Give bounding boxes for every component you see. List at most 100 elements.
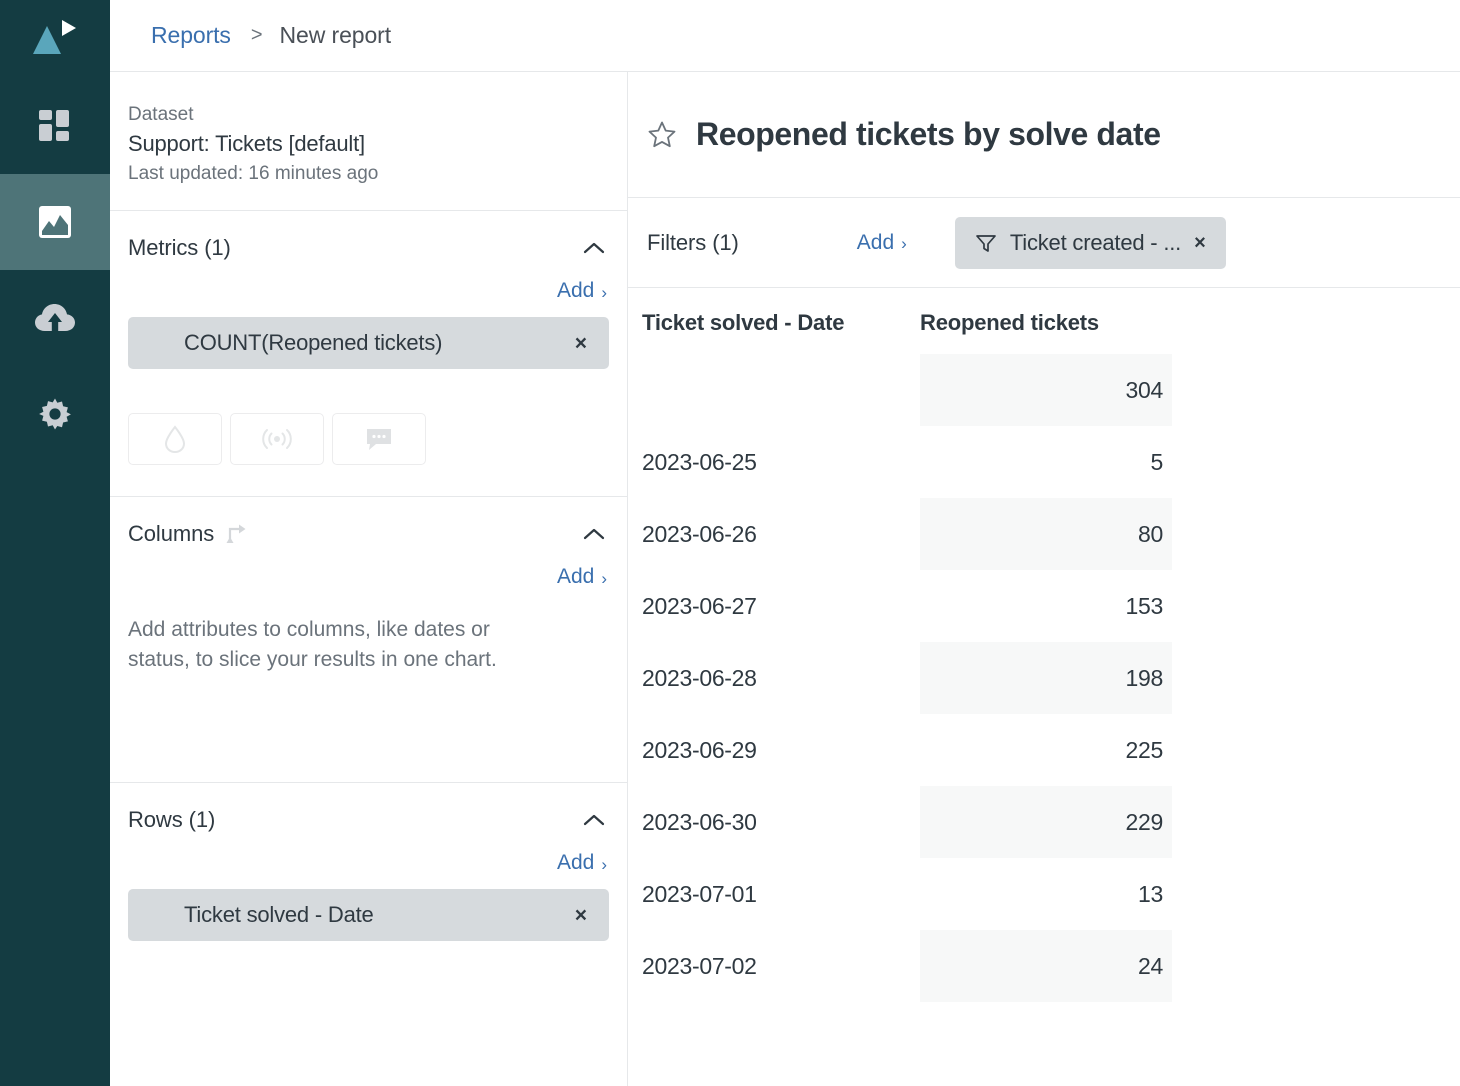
table-cell-value: 153 <box>920 570 1172 642</box>
swap-arrows-icon <box>225 521 251 547</box>
logo-icon <box>29 18 81 60</box>
table-cell-value: 198 <box>920 642 1172 714</box>
metric-chip-label: COUNT(Reopened tickets) <box>184 330 575 356</box>
report-pane: Reopened tickets by solve date Filters (… <box>628 72 1460 1086</box>
gear-icon <box>37 396 73 432</box>
filters-add-button[interactable]: Add › <box>857 231 907 255</box>
metrics-add-row: Add › <box>128 279 609 303</box>
table-cell-value: 24 <box>920 930 1172 1002</box>
cloud-upload-icon <box>34 301 76 335</box>
columns-add-row: Add › <box>128 565 609 589</box>
table-cell-date <box>642 354 920 426</box>
dataset-summary[interactable]: Dataset Support: Tickets [default] Last … <box>110 72 627 211</box>
table-cell-value: 304 <box>920 354 1172 426</box>
table-cell-date: 2023-06-28 <box>642 642 920 714</box>
rows-collapse-toggle[interactable] <box>579 809 609 831</box>
breadcrumb: Reports > New report <box>110 0 1460 72</box>
sidebar-item-uploads[interactable] <box>0 270 110 366</box>
table-cell-value: 225 <box>920 714 1172 786</box>
metric-broadcast-button[interactable] <box>230 413 324 465</box>
metrics-title: Metrics (1) <box>128 235 231 261</box>
dataset-label: Dataset <box>128 100 609 129</box>
column-header-value[interactable]: Reopened tickets <box>920 310 1172 354</box>
star-outline-icon <box>647 120 677 150</box>
favorite-star-button[interactable] <box>647 120 677 150</box>
rows-add-label: Add <box>557 851 594 875</box>
row-chip-label: Ticket solved - Date <box>184 902 575 928</box>
content-area: Reports > New report Dataset Support: Ti… <box>110 0 1460 1086</box>
row-chip[interactable]: Ticket solved - Date × <box>128 889 609 941</box>
app-root: Reports > New report Dataset Support: Ti… <box>0 0 1460 1086</box>
table-row: 2023-06-29225 <box>642 714 1172 786</box>
metrics-section: Metrics (1) Add › <box>110 211 627 497</box>
breadcrumb-reports-link[interactable]: Reports <box>151 22 231 49</box>
table-cell-value: 13 <box>920 858 1172 930</box>
table-cell-date: 2023-06-26 <box>642 498 920 570</box>
rows-section: Rows (1) Add › Ti <box>110 783 627 1086</box>
columns-collapse-toggle[interactable] <box>579 523 609 545</box>
report-results: Ticket solved - Date Reopened tickets 30… <box>628 288 1460 1086</box>
product-logo[interactable] <box>0 0 110 78</box>
broadcast-icon <box>260 426 294 452</box>
rows-header: Rows (1) <box>128 805 609 835</box>
metrics-collapse-toggle[interactable] <box>579 237 609 259</box>
metrics-add-label: Add <box>557 279 594 303</box>
chevron-right-icon: › <box>901 235 907 252</box>
report-config-panel: Dataset Support: Tickets [default] Last … <box>110 72 628 1086</box>
filters-add-label: Add <box>857 231 894 255</box>
table-row: 2023-06-27153 <box>642 570 1172 642</box>
columns-section: Columns <box>110 497 627 783</box>
columns-title: Columns <box>128 521 214 547</box>
table-cell-date: 2023-06-25 <box>642 426 920 498</box>
global-nav-rail <box>0 0 110 1086</box>
sidebar-item-dashboard[interactable] <box>0 78 110 174</box>
table-row: 2023-06-2680 <box>642 498 1172 570</box>
table-header-row: Ticket solved - Date Reopened tickets <box>642 310 1172 354</box>
results-table-body: 3042023-06-2552023-06-26802023-06-271532… <box>642 354 1172 1002</box>
table-row: 2023-06-30229 <box>642 786 1172 858</box>
table-cell-date: 2023-06-27 <box>642 570 920 642</box>
sidebar-item-settings[interactable] <box>0 366 110 462</box>
chevron-up-icon <box>583 241 605 255</box>
grid-icon <box>37 108 73 144</box>
breadcrumb-current: New report <box>280 22 392 49</box>
columns-swap-button[interactable] <box>225 521 251 547</box>
drop-icon <box>162 424 188 454</box>
table-cell-value: 5 <box>920 426 1172 498</box>
metric-option-buttons <box>128 413 609 465</box>
metric-format-drop-button[interactable] <box>128 413 222 465</box>
chevron-right-icon: › <box>601 570 607 587</box>
rows-add-row: Add › <box>128 851 609 875</box>
columns-empty-hint: Add attributes to columns, like dates or… <box>128 615 548 675</box>
table-row: 2023-06-28198 <box>642 642 1172 714</box>
table-row: 2023-07-0224 <box>642 930 1172 1002</box>
chevron-up-icon <box>583 527 605 541</box>
table-cell-date: 2023-06-30 <box>642 786 920 858</box>
metric-chip-remove-icon[interactable]: × <box>575 333 587 354</box>
table-row: 2023-07-0113 <box>642 858 1172 930</box>
sidebar-item-reports[interactable] <box>0 174 110 270</box>
columns-header: Columns <box>128 519 609 549</box>
filter-chip[interactable]: Ticket created - ... × <box>955 217 1226 269</box>
chevron-right-icon: › <box>601 284 607 301</box>
table-cell-value: 229 <box>920 786 1172 858</box>
metric-chip[interactable]: COUNT(Reopened tickets) × <box>128 317 609 369</box>
filters-bar: Filters (1) Add › Ticket created - ... × <box>628 198 1460 288</box>
results-table-head: Ticket solved - Date Reopened tickets <box>642 310 1172 354</box>
metrics-add-button[interactable]: Add › <box>557 279 607 303</box>
row-chip-remove-icon[interactable]: × <box>575 905 587 926</box>
table-row: 304 <box>642 354 1172 426</box>
rows-add-button[interactable]: Add › <box>557 851 607 875</box>
columns-add-button[interactable]: Add › <box>557 565 607 589</box>
metric-comment-button[interactable] <box>332 413 426 465</box>
results-table: Ticket solved - Date Reopened tickets 30… <box>642 310 1172 1002</box>
column-header-date[interactable]: Ticket solved - Date <box>642 310 920 354</box>
table-cell-date: 2023-06-29 <box>642 714 920 786</box>
chevron-right-icon: › <box>601 856 607 873</box>
chevron-up-icon <box>583 813 605 827</box>
filter-chip-label: Ticket created - ... <box>1010 230 1181 256</box>
table-cell-value: 80 <box>920 498 1172 570</box>
table-cell-date: 2023-07-02 <box>642 930 920 1002</box>
filter-chip-remove-icon[interactable]: × <box>1194 233 1206 253</box>
rows-title: Rows (1) <box>128 807 215 833</box>
